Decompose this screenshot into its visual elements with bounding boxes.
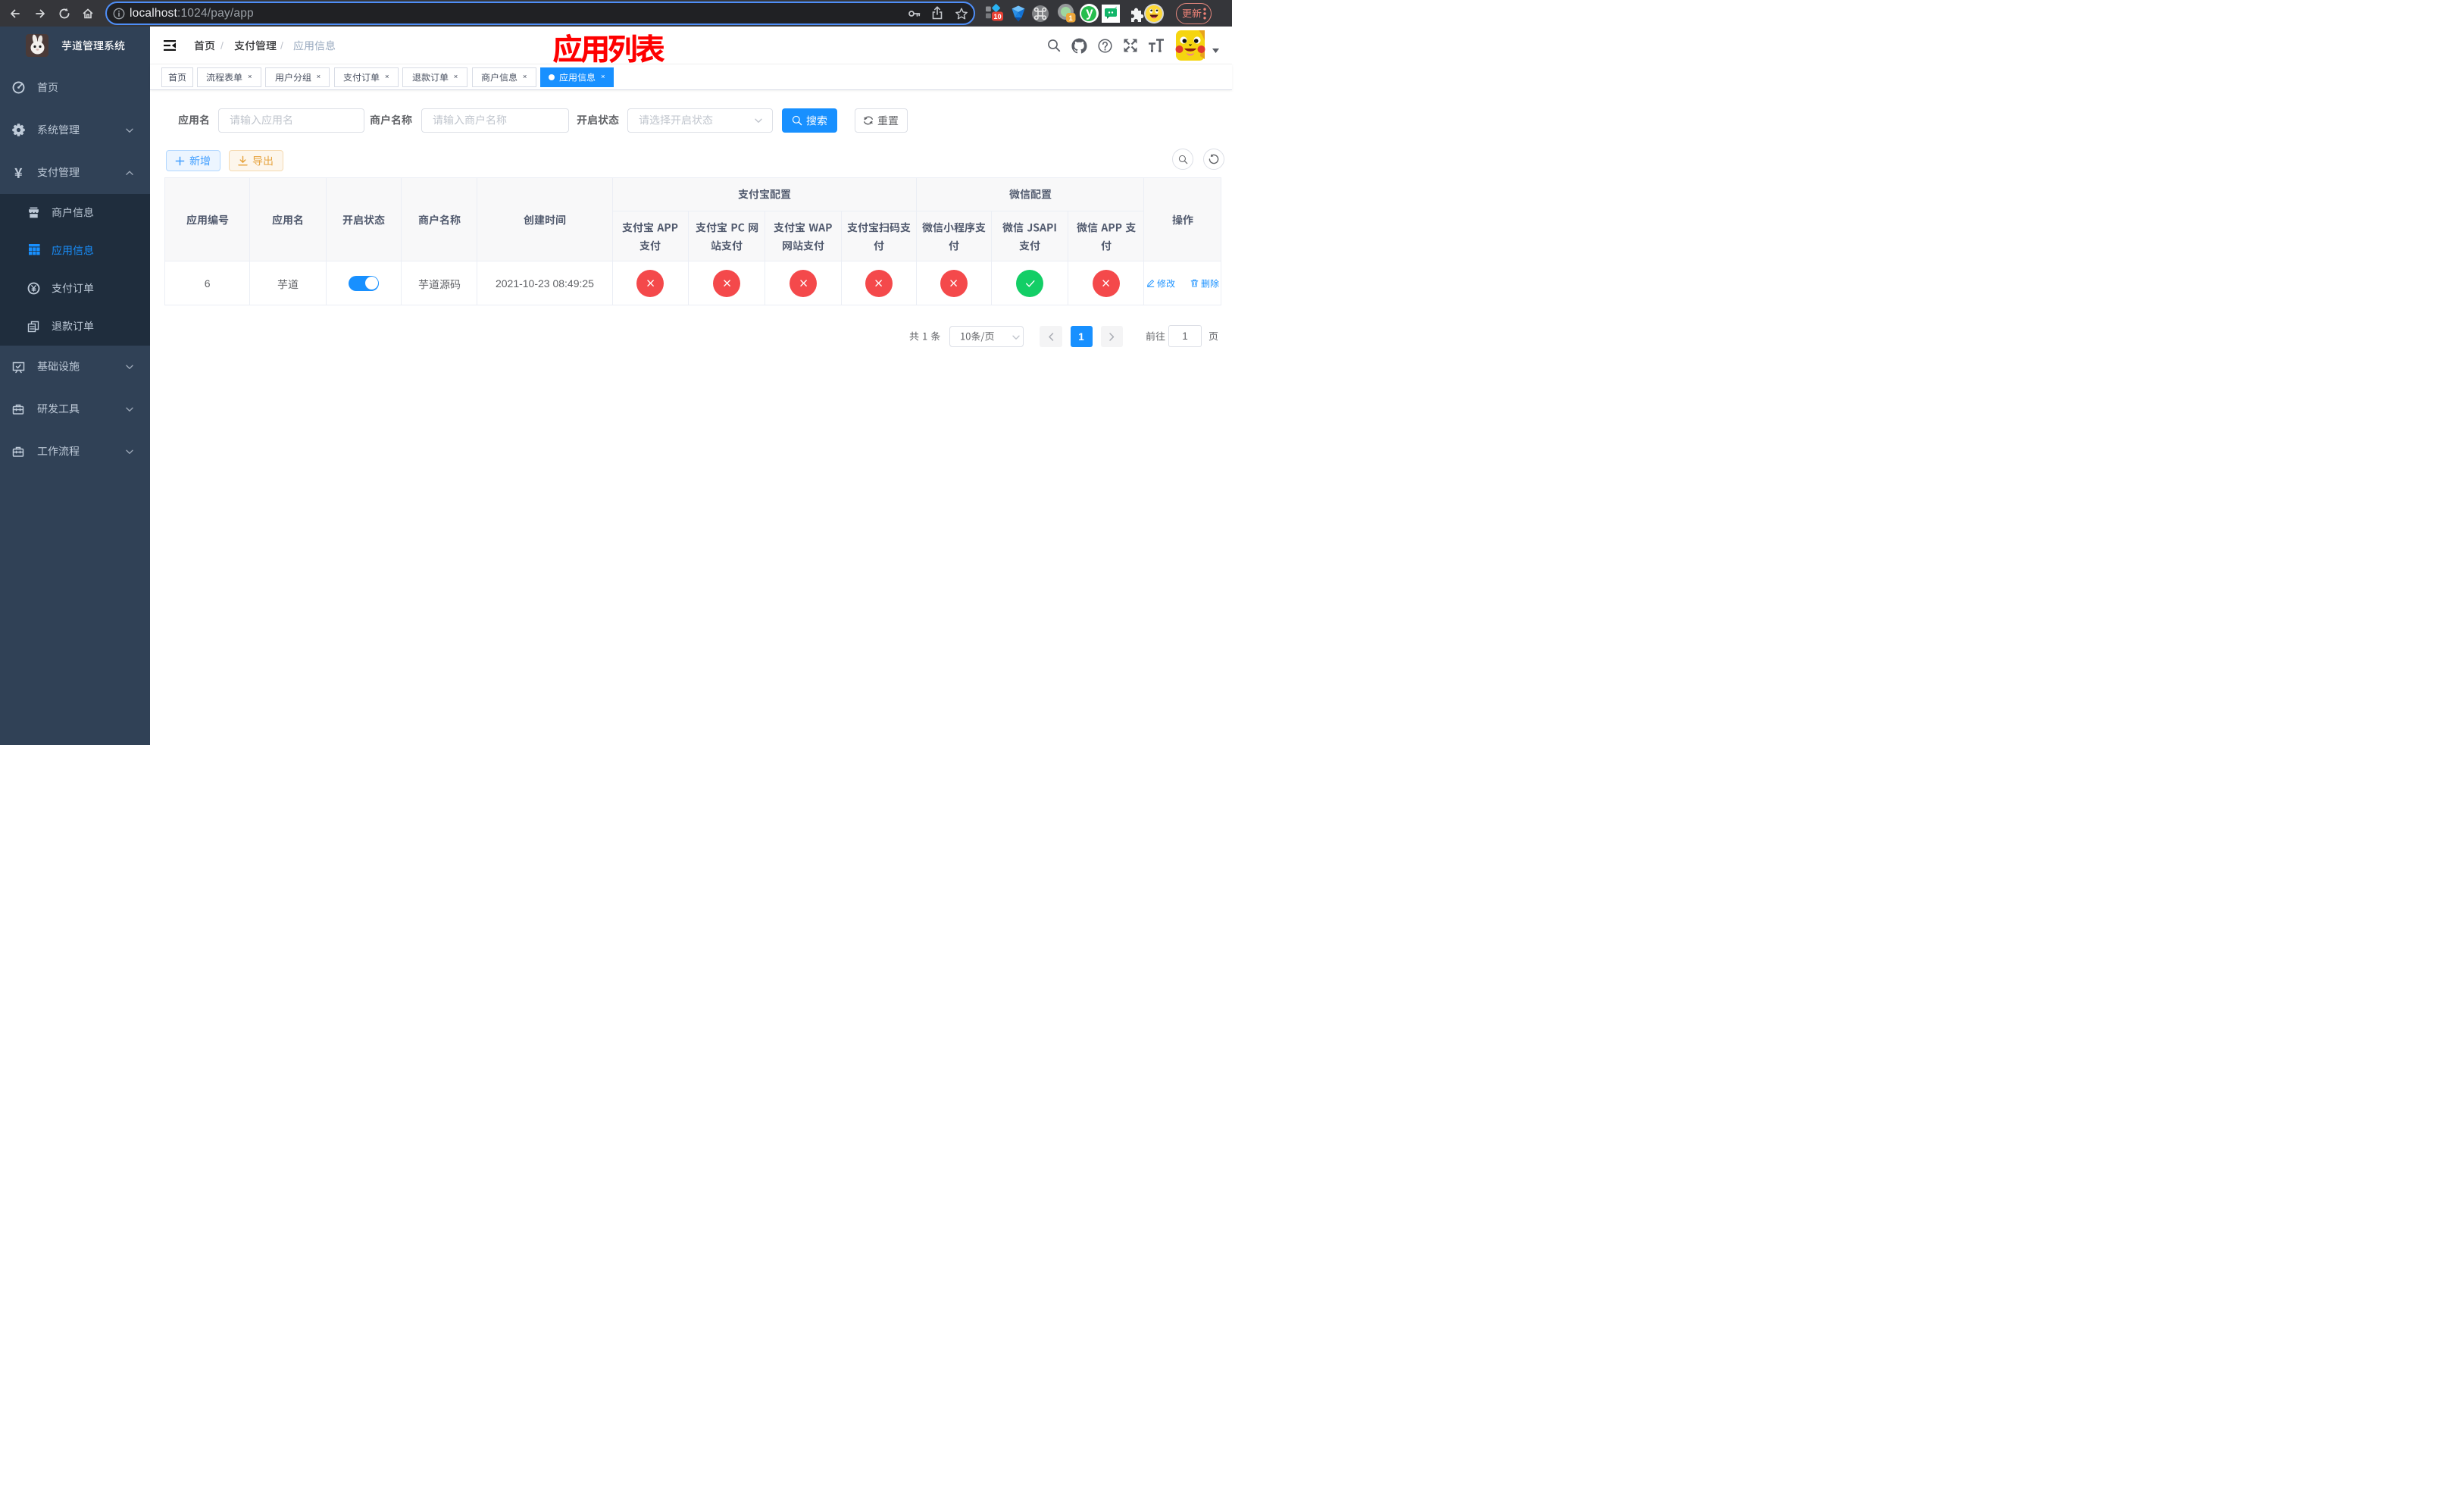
svg-text:1: 1: [1069, 14, 1074, 23]
svg-text:10: 10: [993, 12, 1001, 20]
